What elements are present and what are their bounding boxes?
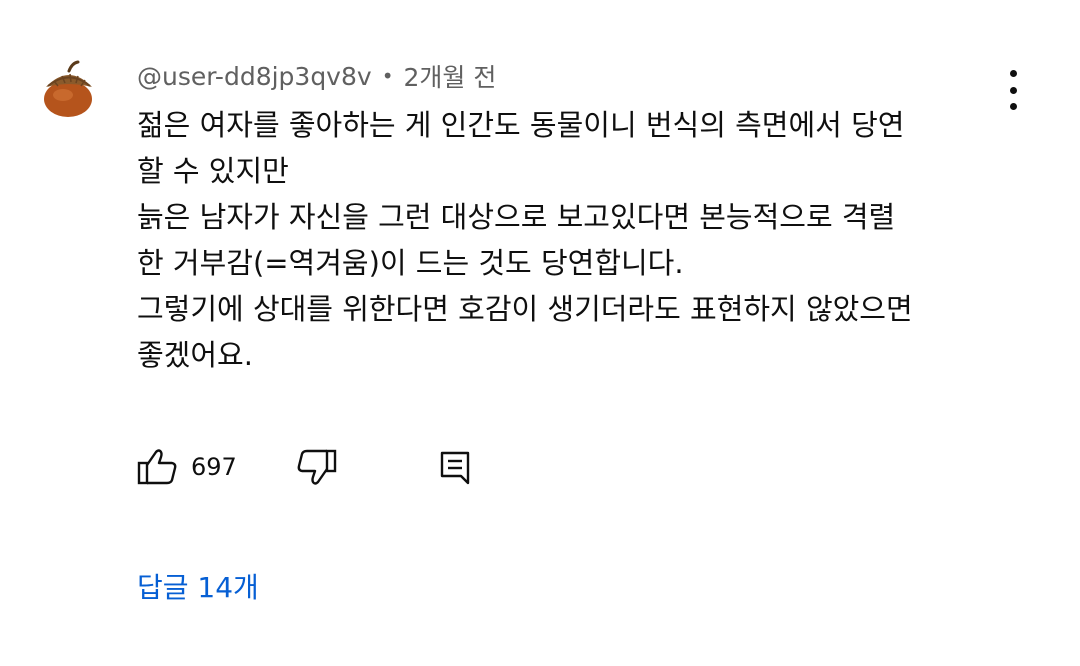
comment-reply-icon bbox=[440, 451, 470, 485]
meta-separator: • bbox=[381, 64, 394, 88]
comment-line: 좋겠어요. bbox=[137, 338, 253, 372]
comment-line: 젊은 여자를 좋아하는 게 인간도 동물이니 번식의 측면에서 당연 bbox=[137, 108, 905, 142]
dislike-button[interactable] bbox=[295, 446, 337, 488]
comment-time[interactable]: 2개월 전 bbox=[403, 58, 496, 94]
thumbs-up-icon bbox=[137, 449, 177, 485]
avatar[interactable] bbox=[36, 57, 102, 123]
like-button[interactable]: 697 bbox=[137, 446, 237, 488]
comment-text: 젊은 여자를 좋아하는 게 인간도 동물이니 번식의 측면에서 당연 할 수 있… bbox=[137, 102, 1017, 378]
comment-actions: 697 bbox=[137, 446, 497, 488]
comment-line: 늙은 남자가 자신을 그런 대상으로 보고있다면 본능적으로 격렬 bbox=[137, 200, 896, 234]
comment-line: 그렇기에 상대를 위한다면 호감이 생기더라도 표현하지 않았으면 bbox=[137, 292, 913, 326]
comment-meta: @user-dd8jp3qv8v • 2개월 전 bbox=[137, 58, 496, 94]
like-count: 697 bbox=[191, 453, 237, 481]
acorn-icon bbox=[36, 57, 102, 123]
thumbs-down-icon bbox=[297, 449, 337, 485]
reply-button[interactable] bbox=[437, 446, 475, 488]
comment-author[interactable]: @user-dd8jp3qv8v bbox=[137, 62, 372, 91]
comment-line: 할 수 있지만 bbox=[137, 154, 289, 188]
comment-line: 한 거부감(=역겨움)이 드는 것도 당연합니다. bbox=[137, 246, 684, 280]
replies-link[interactable]: 답글 14개 bbox=[137, 566, 259, 606]
